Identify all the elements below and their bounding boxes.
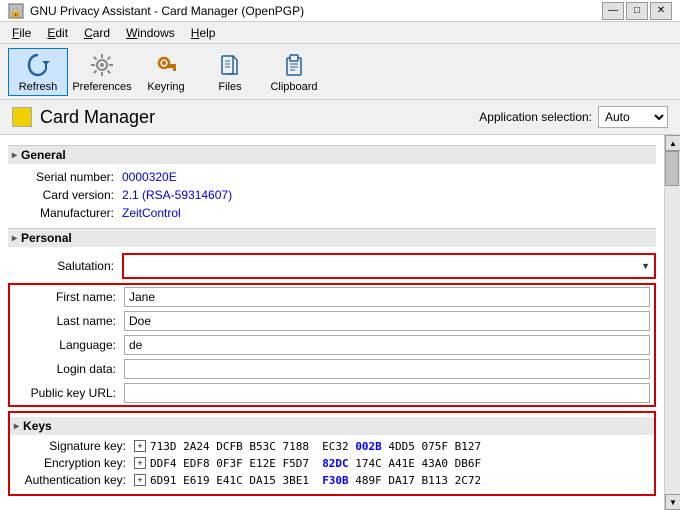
section-header-icon: ▸ bbox=[12, 150, 17, 161]
card-manager-header: Card Manager Application selection: Auto… bbox=[0, 100, 680, 135]
keys-section-icon: ▸ bbox=[14, 421, 19, 432]
encryption-key-row: Encryption key: + DDF4 EDF8 0F3F E12E F5… bbox=[10, 456, 654, 470]
language-input-row: Language: bbox=[10, 333, 654, 357]
authentication-key-expand[interactable]: + bbox=[134, 474, 146, 486]
general-section-header: ▸ General bbox=[8, 145, 656, 164]
window-title: GNU Privacy Assistant - Card Manager (Op… bbox=[30, 4, 602, 18]
login-data-input-row: Login data: bbox=[10, 357, 654, 381]
last-name-input[interactable] bbox=[124, 311, 650, 331]
window-controls: — □ ✕ bbox=[602, 2, 672, 20]
files-button[interactable]: Files bbox=[200, 48, 260, 96]
clipboard-icon bbox=[280, 51, 308, 79]
minimize-button[interactable]: — bbox=[602, 2, 624, 20]
restore-button[interactable]: □ bbox=[626, 2, 648, 20]
refresh-label: Refresh bbox=[19, 81, 58, 93]
language-input-label: Language: bbox=[14, 338, 124, 352]
encryption-key-label: Encryption key: bbox=[14, 456, 134, 470]
card-version-row: Card version: 2.1 (RSA-59314607) bbox=[8, 188, 656, 202]
preferences-icon bbox=[88, 51, 116, 79]
authentication-key-text: 6D91 E619 E41C DA15 3BE1 F30B 489F DA17 … bbox=[150, 474, 481, 487]
encryption-key-expand[interactable]: + bbox=[134, 457, 146, 469]
scroll-up-arrow[interactable]: ▲ bbox=[665, 135, 680, 151]
app-selection-area: Application selection: Auto OpenPGP bbox=[479, 106, 668, 128]
refresh-icon bbox=[24, 51, 52, 79]
general-title: General bbox=[21, 148, 66, 162]
first-name-input[interactable] bbox=[124, 287, 650, 307]
keys-section: ▸ Keys Signature key: + 713D 2A24 DCFB B… bbox=[8, 411, 656, 496]
signature-key-row: Signature key: + 713D 2A24 DCFB B53C 718… bbox=[10, 439, 654, 453]
first-name-input-row: First name: bbox=[10, 285, 654, 309]
card-version-value: 2.1 (RSA-59314607) bbox=[122, 188, 232, 202]
main-scroll-area: ▸ General Serial number: 0000320E Card v… bbox=[0, 135, 664, 510]
files-icon bbox=[216, 51, 244, 79]
salutation-row: Salutation: Mr. Ms. Dr. ▼ bbox=[8, 253, 656, 279]
signature-key-value: + 713D 2A24 DCFB B53C 7188 EC32 002B 4DD… bbox=[134, 440, 481, 453]
menu-card[interactable]: Card bbox=[76, 24, 118, 42]
first-name-input-label: First name: bbox=[14, 290, 124, 304]
scroll-thumb[interactable] bbox=[665, 151, 679, 186]
menu-windows[interactable]: Windows bbox=[118, 24, 183, 42]
card-manager-title: Card Manager bbox=[40, 107, 471, 128]
public-key-url-input-row: Public key URL: bbox=[10, 381, 654, 405]
personal-title: Personal bbox=[21, 231, 72, 245]
serial-number-row: Serial number: 0000320E bbox=[8, 170, 656, 184]
encryption-key-value: + DDF4 EDF8 0F3F E12E F5D7 82DC 174C A41… bbox=[134, 457, 481, 470]
scrollbar: ▲ ▼ bbox=[664, 135, 680, 510]
app-icon: 🔒 bbox=[8, 3, 24, 19]
authentication-key-row: Authentication key: + 6D91 E619 E41C DA1… bbox=[10, 473, 654, 487]
svg-text:🔒: 🔒 bbox=[10, 6, 22, 18]
public-key-url-input[interactable] bbox=[124, 383, 650, 403]
app-selection-label: Application selection: bbox=[479, 110, 592, 124]
content-wrapper: Card Manager Application selection: Auto… bbox=[0, 100, 680, 510]
preferences-button[interactable]: Preferences bbox=[72, 48, 132, 96]
preferences-label: Preferences bbox=[72, 81, 131, 93]
signature-key-label: Signature key: bbox=[14, 439, 134, 453]
salutation-dropdown[interactable]: Mr. Ms. Dr. bbox=[124, 255, 654, 277]
authentication-key-value: + 6D91 E619 E41C DA15 3BE1 F30B 489F DA1… bbox=[134, 474, 481, 487]
last-name-input-row: Last name: bbox=[10, 309, 654, 333]
toolbar: Refresh Preferences bbox=[0, 44, 680, 100]
keyring-icon bbox=[152, 51, 180, 79]
keyring-button[interactable]: Keyring bbox=[136, 48, 196, 96]
files-label: Files bbox=[218, 81, 241, 93]
keys-title: Keys bbox=[23, 419, 52, 433]
clipboard-button[interactable]: Clipboard bbox=[264, 48, 324, 96]
refresh-button[interactable]: Refresh bbox=[8, 48, 68, 96]
menubar: File Edit Card Windows Help bbox=[0, 22, 680, 44]
manufacturer-value: ZeitControl bbox=[122, 206, 181, 220]
scroll-track[interactable] bbox=[665, 151, 680, 494]
app-selection-dropdown[interactable]: Auto OpenPGP bbox=[598, 106, 668, 128]
clipboard-label: Clipboard bbox=[270, 81, 317, 93]
language-input[interactable] bbox=[124, 335, 650, 355]
titlebar: 🔒 GNU Privacy Assistant - Card Manager (… bbox=[0, 0, 680, 22]
card-version-label: Card version: bbox=[12, 188, 122, 202]
manufacturer-row: Manufacturer: ZeitControl bbox=[8, 206, 656, 220]
menu-help[interactable]: Help bbox=[183, 24, 224, 42]
personal-section-icon: ▸ bbox=[12, 233, 17, 244]
serial-number-label: Serial number: bbox=[12, 170, 122, 184]
public-key-url-input-label: Public key URL: bbox=[14, 386, 124, 400]
menu-edit[interactable]: Edit bbox=[39, 24, 76, 42]
authentication-key-label: Authentication key: bbox=[14, 473, 134, 487]
keyring-label: Keyring bbox=[147, 81, 184, 93]
serial-number-value: 0000320E bbox=[122, 170, 177, 184]
salutation-label: Salutation: bbox=[12, 259, 122, 273]
keys-section-header: ▸ Keys bbox=[10, 417, 654, 435]
scroll-down-arrow[interactable]: ▼ bbox=[665, 494, 680, 510]
signature-key-expand[interactable]: + bbox=[134, 440, 146, 452]
login-data-input[interactable] bbox=[124, 359, 650, 379]
card-manager-icon bbox=[12, 107, 32, 127]
personal-section-header: ▸ Personal bbox=[8, 228, 656, 247]
login-data-input-label: Login data: bbox=[14, 362, 124, 376]
last-name-input-label: Last name: bbox=[14, 314, 124, 328]
personal-table: First name: Last name: Language: Login data… bbox=[8, 283, 656, 407]
manufacturer-label: Manufacturer: bbox=[12, 206, 122, 220]
encryption-key-text: DDF4 EDF8 0F3F E12E F5D7 82DC 174C A41E … bbox=[150, 457, 481, 470]
menu-file[interactable]: File bbox=[4, 24, 39, 42]
signature-key-text: 713D 2A24 DCFB B53C 7188 EC32 002B 4DD5 … bbox=[150, 440, 481, 453]
close-button[interactable]: ✕ bbox=[650, 2, 672, 20]
